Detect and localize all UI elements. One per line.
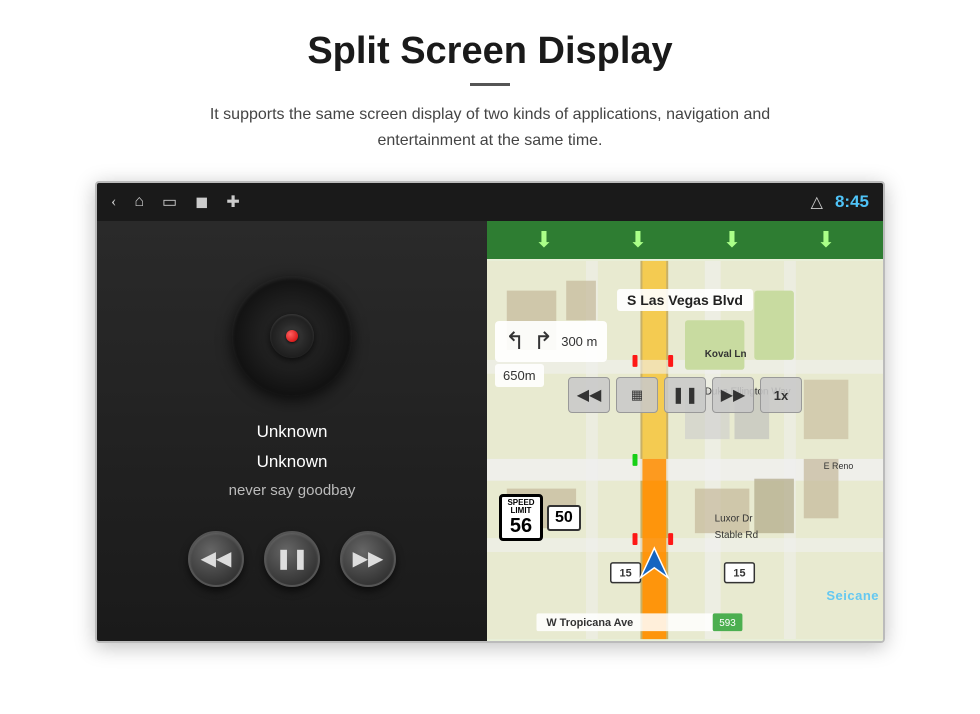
map-pause-button[interactable]: ❚❚ bbox=[664, 377, 706, 413]
track-title: Unknown bbox=[257, 422, 328, 442]
svg-text:593: 593 bbox=[719, 618, 736, 629]
status-bar-right: △ 8:45 bbox=[811, 192, 869, 212]
nav-direction-box: ↰ ↱ 300 m bbox=[495, 321, 607, 362]
nav-panel: ⬇ ⬇ ⬇ ⬇ bbox=[487, 221, 883, 641]
status-bar: ‹ ⌂ ▭ ◼ ✚ △ 8:45 bbox=[97, 183, 883, 221]
split-area: Unknown Unknown never say goodbay ◀◀ ❚❚ … bbox=[97, 221, 883, 641]
map-speed-button[interactable]: 1x bbox=[760, 377, 802, 413]
speed-limit-box: SPEEDLIMIT 56 bbox=[499, 494, 543, 542]
usb-icon[interactable]: ✚ bbox=[226, 192, 239, 212]
svg-text:Stable Rd: Stable Rd bbox=[715, 530, 758, 541]
media-panel: Unknown Unknown never say goodbay ◀◀ ❚❚ … bbox=[97, 221, 487, 641]
svg-text:Koval Ln: Koval Ln bbox=[705, 349, 747, 360]
map-playback-controls: ◀◀ ▦ ❚❚ ▶▶ 1x bbox=[568, 377, 802, 413]
watermark: Seicane bbox=[826, 588, 879, 603]
vinyl-center-dot bbox=[286, 330, 298, 342]
nav-arrow-2: ⬇ bbox=[629, 227, 647, 253]
next-icon: ▶▶ bbox=[353, 546, 384, 571]
map-pause-icon: ❚❚ bbox=[672, 385, 699, 405]
map-next-icon: ▶▶ bbox=[721, 385, 746, 405]
speed-limit-sign: SPEEDLIMIT 56 bbox=[499, 494, 543, 542]
play-pause-button[interactable]: ❚❚ bbox=[264, 531, 320, 587]
speed-limit-number: 56 bbox=[502, 516, 540, 536]
back-icon[interactable]: ‹ bbox=[111, 193, 116, 211]
track-album: never say goodbay bbox=[229, 482, 356, 499]
map-checkerboard-icon: ▦ bbox=[631, 387, 643, 403]
svg-text:E Reno: E Reno bbox=[824, 461, 854, 471]
status-time: 8:45 bbox=[835, 192, 869, 212]
nav-alt-distance: 650m bbox=[495, 364, 544, 387]
map-background: 15 15 Koval Ln Duke Ellington Way Luxor … bbox=[487, 259, 883, 641]
title-divider bbox=[470, 83, 510, 86]
nav-map-area: 15 15 Koval Ln Duke Ellington Way Luxor … bbox=[487, 259, 883, 641]
nav-distance: 300 m bbox=[561, 334, 597, 349]
nav-arrow-3: ⬇ bbox=[723, 227, 741, 253]
next-button[interactable]: ▶▶ bbox=[340, 531, 396, 587]
track-artist: Unknown bbox=[257, 452, 328, 472]
svg-text:15: 15 bbox=[620, 568, 632, 580]
nav-street-label: S Las Vegas Blvd bbox=[617, 289, 753, 311]
turn-right-icon: ↱ bbox=[533, 327, 553, 356]
device-screen: ‹ ⌂ ▭ ◼ ✚ △ 8:45 Unknown Unknown never s… bbox=[95, 181, 885, 643]
prev-button[interactable]: ◀◀ bbox=[188, 531, 244, 587]
map-next-button[interactable]: ▶▶ bbox=[712, 377, 754, 413]
recents-icon[interactable]: ▭ bbox=[162, 192, 177, 212]
home-icon[interactable]: ⌂ bbox=[134, 193, 144, 211]
image-icon[interactable]: ◼ bbox=[195, 192, 208, 212]
map-checkerboard-button[interactable]: ▦ bbox=[616, 377, 658, 413]
media-controls: ◀◀ ❚❚ ▶▶ bbox=[188, 531, 396, 587]
svg-text:W Tropicana Ave: W Tropicana Ave bbox=[546, 617, 633, 629]
page-title: Split Screen Display bbox=[307, 30, 672, 73]
vinyl-inner bbox=[270, 314, 314, 358]
map-prev-icon: ◀◀ bbox=[577, 385, 602, 405]
vinyl-record bbox=[232, 276, 352, 396]
turn-left-icon: ↰ bbox=[505, 327, 525, 356]
nav-arrow-1: ⬇ bbox=[535, 227, 553, 253]
vinyl-outer bbox=[232, 276, 352, 396]
nav-green-bar: ⬇ ⬇ ⬇ ⬇ bbox=[487, 221, 883, 259]
route-50-marker: 50 bbox=[547, 505, 581, 531]
map-prev-button[interactable]: ◀◀ bbox=[568, 377, 610, 413]
play-pause-icon: ❚❚ bbox=[275, 546, 309, 571]
svg-text:15: 15 bbox=[733, 568, 745, 580]
prev-icon: ◀◀ bbox=[201, 546, 232, 571]
speed-limit-label: SPEEDLIMIT bbox=[502, 499, 540, 517]
map-speed-label: 1x bbox=[774, 388, 788, 403]
svg-text:Luxor Dr: Luxor Dr bbox=[715, 513, 754, 524]
page-description: It supports the same screen display of t… bbox=[170, 102, 810, 153]
nav-arrow-4: ⬇ bbox=[817, 227, 835, 253]
eject-icon[interactable]: △ bbox=[811, 192, 823, 212]
